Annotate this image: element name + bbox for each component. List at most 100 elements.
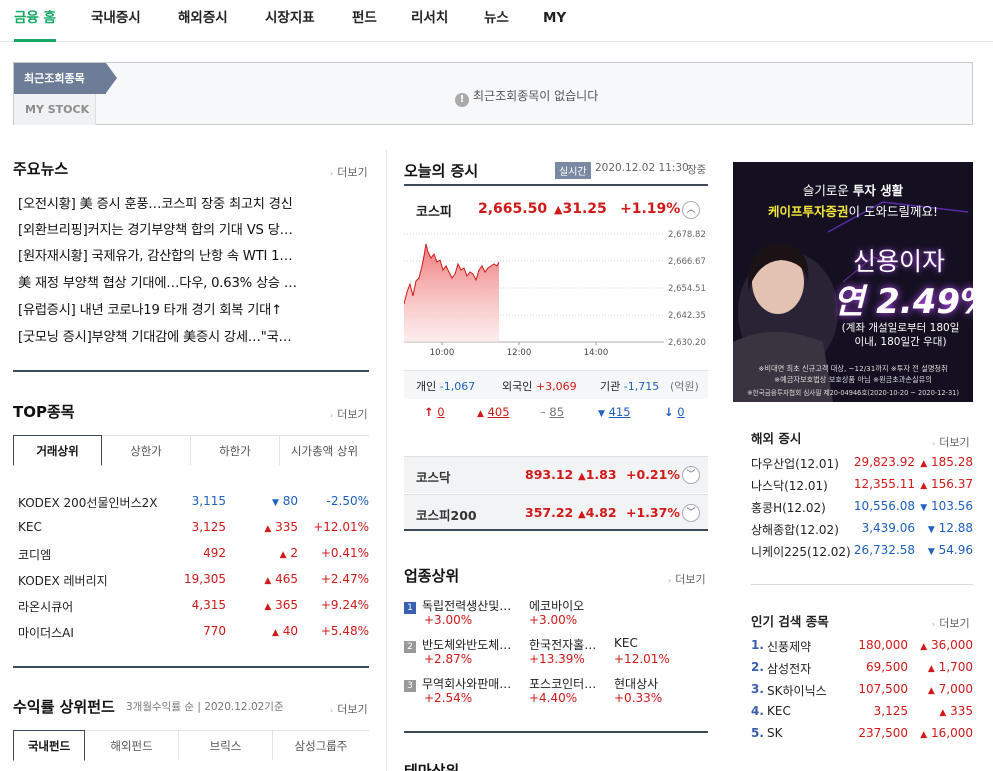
breadth-lower-limit[interactable]: ↓ 0 <box>664 405 685 419</box>
ad-big-2: 연 2.49% <box>833 282 973 322</box>
kospi200-row[interactable]: 코스피200 357.22 ▲4.82 +1.37% ﹀ <box>404 494 708 531</box>
sector-percent: +2.54% <box>424 691 473 705</box>
sector-name[interactable]: 3 무역회사와판매… <box>404 675 511 692</box>
expand-chevron-down-icon[interactable]: ﹀ <box>682 504 700 522</box>
tab-lower-limit[interactable]: 하한가 <box>191 435 280 465</box>
sector-stock-name[interactable]: 현대상사 <box>614 675 658 692</box>
sector-name[interactable]: 1 독립전력생산및… <box>404 597 511 614</box>
tab-recent-viewed[interactable]: 최근조회종목 <box>14 63 117 94</box>
up-triangle-icon: ▲ <box>477 409 484 419</box>
stock-price: 4,315 <box>191 598 226 612</box>
news-item[interactable]: [외환브리핑]커지는 경기부양책 합의 기대 VS 당… <box>18 219 368 238</box>
collapse-chevron-up-icon[interactable]: ︿ <box>682 201 700 219</box>
world-index-change: ▼ 12.88 <box>927 521 973 535</box>
tab-mystock[interactable]: MY STOCK <box>14 94 96 125</box>
up-triangle-icon: ▲ <box>271 628 279 638</box>
news-more-link[interactable]: › 더보기 <box>330 164 368 180</box>
ad-line2a: 케이프투자증권 <box>767 204 849 219</box>
kospi200-change-value: 4.82 <box>585 505 617 520</box>
stock-name[interactable]: KODEX 레버리지 <box>18 572 108 589</box>
breadth-down[interactable]: ▼ 415 <box>598 405 631 419</box>
ad-line1b: 투자 생활 <box>852 183 904 198</box>
stock-name[interactable]: KEC <box>18 520 42 534</box>
popular-stock-name[interactable]: 신풍제약 <box>767 638 811 655</box>
divider <box>404 731 708 733</box>
up-triangle-icon: ▲ <box>920 730 928 740</box>
ad-banner[interactable]: 슬기로운 투자 생활 케이프투자증권이 도와드릴께요! 신용이자 연 2.49%… <box>733 162 973 402</box>
kospi200-label: 코스피200 <box>416 508 477 523</box>
tab-brics[interactable]: 브릭스 <box>179 730 273 760</box>
sector-stock-name[interactable]: KEC <box>614 636 638 650</box>
sector-more-link[interactable]: › 더보기 <box>668 571 706 587</box>
stock-name[interactable]: 라온시큐어 <box>18 598 73 615</box>
rank-badge: 3 <box>404 680 416 692</box>
tab-samsung-group[interactable]: 삼성그룹주 <box>273 730 369 760</box>
top-stocks-more-link[interactable]: › 더보기 <box>330 406 368 422</box>
breadth-down-value: 415 <box>608 405 631 419</box>
stock-change: ▲ 335 <box>264 520 298 534</box>
kospi-label[interactable]: 코스피 <box>416 201 452 220</box>
nav-my[interactable]: MY <box>543 0 566 42</box>
popular-more-link[interactable]: › 더보기 <box>932 615 970 631</box>
chart-x-ticks: 10:00 12:00 14:00 <box>430 342 608 356</box>
breadth-up[interactable]: ▲ 405 <box>477 405 510 419</box>
nav-research[interactable]: 리서치 <box>411 0 448 42</box>
theme-title: 테마상위 <box>404 762 460 771</box>
nav-news[interactable]: 뉴스 <box>484 0 509 42</box>
funds-more-link[interactable]: › 더보기 <box>330 701 368 717</box>
world-index-name[interactable]: 나스닥(12.01) <box>751 477 828 494</box>
news-item[interactable]: [유럽증시] 내년 코로나19 타개 경기 회복 기대↑ <box>18 299 368 318</box>
sector-stock-name[interactable]: 에코바이오 <box>529 597 584 614</box>
popular-stock-name[interactable]: KEC <box>767 704 791 718</box>
kospi-change-value: 31.25 <box>562 201 607 217</box>
nav-overseas[interactable]: 해외증시 <box>178 0 228 42</box>
tab-domestic-fund[interactable]: 국내펀드 <box>13 730 85 761</box>
funds-tabs: 국내펀드 해외펀드 브릭스 삼성그룹주 <box>13 730 369 761</box>
tab-upper-limit[interactable]: 상한가 <box>102 435 191 465</box>
chevron-right-icon: › <box>330 411 334 420</box>
popular-stock-price: 3,125 <box>873 704 908 718</box>
sector-stock-name[interactable]: 한국전자홀… <box>529 636 596 653</box>
world-index-name[interactable]: 상해종합(12.02) <box>751 521 839 538</box>
news-item[interactable]: [굿모닝 증시]부양책 기대감에 美증시 강세…"국… <box>18 326 368 345</box>
kosdaq-row[interactable]: 코스닥 893.12 ▲1.83 +0.21% ﹀ <box>404 456 708 493</box>
breadth-upper-limit[interactable]: ↑ 0 <box>424 405 445 419</box>
nav-domestic[interactable]: 국내증시 <box>91 0 141 42</box>
today-market-title: 오늘의 증시 <box>404 162 479 180</box>
top-nav: 금융 홈 국내증시 해외증시 시장지표 펀드 리서치 뉴스 MY <box>0 0 993 42</box>
up-triangle-icon: ▲ <box>927 686 935 696</box>
more-label: 더보기 <box>939 617 970 630</box>
up-triangle-icon: ▲ <box>920 459 928 469</box>
stock-name[interactable]: KODEX 200선물인버스2X <box>18 494 157 511</box>
sector-stock-name[interactable]: 포스코인터… <box>529 675 596 692</box>
tab-volume-top[interactable]: 거래상위 <box>13 435 102 466</box>
nav-market-index[interactable]: 시장지표 <box>265 0 315 42</box>
down-triangle-icon: ▼ <box>271 498 279 508</box>
stock-name[interactable]: 마이더스AI <box>18 624 74 641</box>
stock-name[interactable]: 코디엠 <box>18 546 51 563</box>
sector-name-text: 독립전력생산및… <box>422 599 512 613</box>
market-status: 장중 <box>687 164 707 176</box>
kospi-value: 2,665.50 <box>478 201 548 217</box>
ad-note-2: ※예금자보호법상 보호상품 아님 ※원금초과손실유의 <box>774 375 932 384</box>
popular-stock-name[interactable]: SK하이닉스 <box>767 682 827 699</box>
news-item[interactable]: [원자재시황] 국제유가, 감산합의 난항 속 WTI 1… <box>18 245 368 264</box>
investor-personal-value: -1,067 <box>439 380 476 393</box>
popular-stock-name[interactable]: SK <box>767 726 783 740</box>
world-index-name[interactable]: 홍콩H(12.02) <box>751 499 826 516</box>
news-item[interactable]: [오전시황] 美 증시 훈풍…코스피 장중 최고치 경신 <box>18 193 368 212</box>
tab-overseas-fund[interactable]: 해외펀드 <box>85 730 179 760</box>
expand-chevron-down-icon[interactable]: ﹀ <box>682 466 700 484</box>
nav-fund[interactable]: 펀드 <box>352 0 377 42</box>
world-more-link[interactable]: › 더보기 <box>932 434 970 450</box>
breadth-flat[interactable]: – 85 <box>540 405 564 419</box>
popular-stock-name[interactable]: 삼성전자 <box>767 660 811 677</box>
recent-viewed-box: 최근조회종목 MY STOCK ! 최근조회종목이 없습니다 <box>13 62 973 125</box>
tab-market-cap[interactable]: 시가총액 상위 <box>280 435 369 465</box>
news-item[interactable]: 美 재정 부양책 협상 기대에…다우, 0.63% 상승 … <box>18 272 368 291</box>
nav-finance-home[interactable]: 금융 홈 <box>14 0 56 42</box>
market-datetime: 2020.12.02 11:30 <box>595 162 689 174</box>
world-index-name[interactable]: 다우산업(12.01) <box>751 455 839 472</box>
world-index-name[interactable]: 니케이225(12.02) <box>751 543 851 560</box>
sector-name[interactable]: 2 반도체와반도체… <box>404 636 511 653</box>
